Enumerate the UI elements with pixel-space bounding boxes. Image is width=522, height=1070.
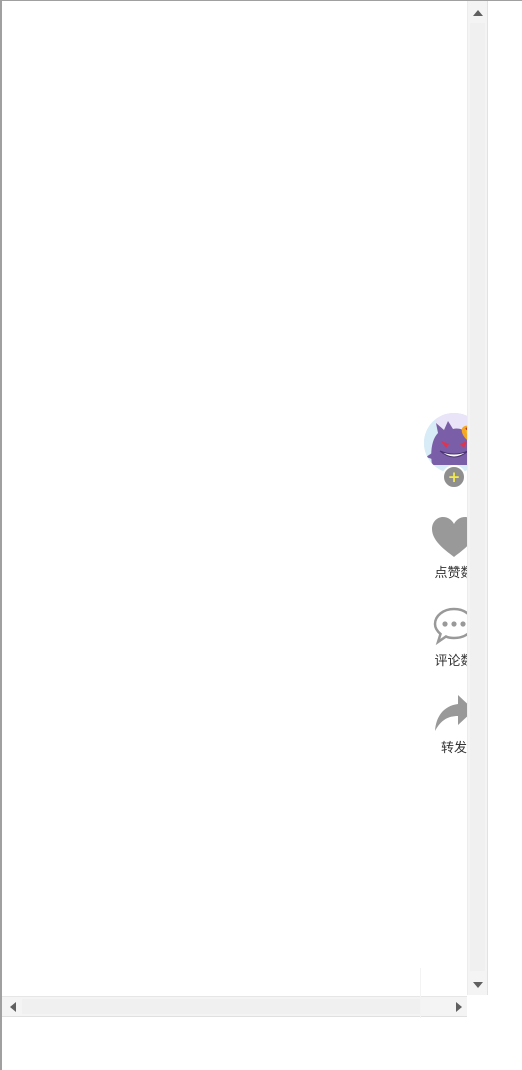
- vertical-scroll-thumb[interactable]: [470, 23, 485, 971]
- share-button[interactable]: 转发: [422, 693, 467, 756]
- author-avatar-group: +: [424, 413, 467, 489]
- comment-count-label: 评论数: [434, 654, 467, 669]
- share-arrow-icon: [435, 695, 467, 731]
- plus-icon: +: [447, 467, 461, 486]
- scroll-down-arrow-icon[interactable]: [473, 982, 483, 988]
- share-label: 转发: [440, 741, 467, 756]
- comment-button[interactable]: 评论数: [422, 606, 467, 669]
- follow-button[interactable]: +: [442, 465, 466, 489]
- video-viewport[interactable]: + 点赞数 评论数 转发: [2, 1, 467, 996]
- heart-icon: [432, 517, 467, 557]
- scroll-right-arrow-icon[interactable]: [456, 1002, 462, 1012]
- gengar-avatar-icon: [424, 413, 467, 473]
- like-button[interactable]: 点赞数: [422, 516, 467, 581]
- horizontal-scrollbar[interactable]: [2, 996, 467, 1017]
- scroll-left-arrow-icon[interactable]: [10, 1002, 16, 1012]
- vertical-scrollbar[interactable]: [467, 1, 488, 995]
- avatar[interactable]: [424, 413, 467, 473]
- scroll-divider: [420, 968, 421, 1018]
- speech-bubble-icon: [433, 607, 467, 646]
- scroll-up-arrow-icon[interactable]: [473, 10, 483, 16]
- like-count-label: 点赞数: [434, 566, 467, 581]
- horizontal-scroll-thumb[interactable]: [22, 999, 421, 1014]
